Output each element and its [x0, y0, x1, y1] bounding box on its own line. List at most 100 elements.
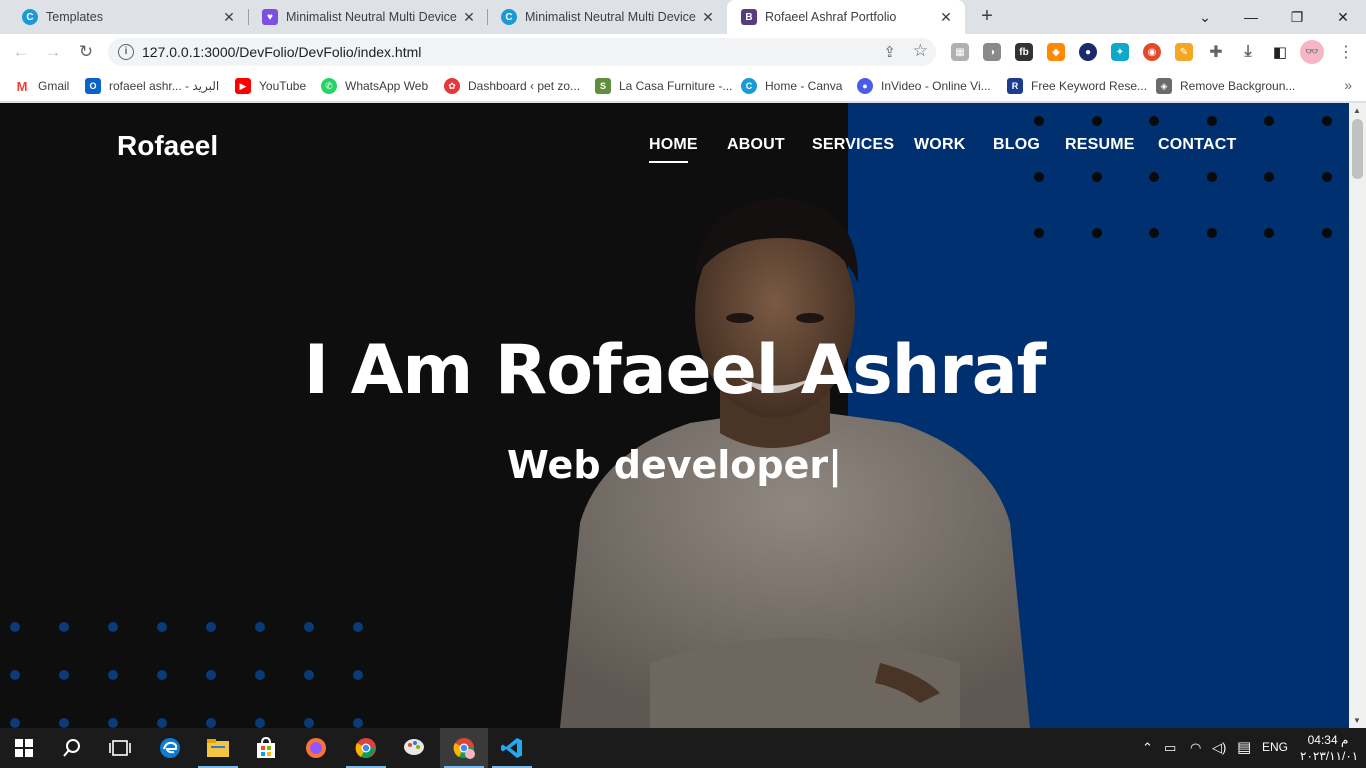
extension-icon[interactable]: ▦: [951, 43, 969, 61]
close-icon[interactable]: ✕: [699, 9, 717, 26]
decorative-dot: [157, 622, 167, 632]
wifi-icon[interactable]: ◠: [1190, 740, 1201, 756]
scrollbar-thumb[interactable]: [1352, 119, 1363, 179]
tab-title: Rofaeel Ashraf Portfolio: [765, 10, 897, 24]
forward-arrow-icon[interactable]: →: [42, 41, 64, 63]
bookmarks-bar: M Gmail O rofaeel ashr... - البريد ▶ You…: [0, 70, 1366, 102]
bookmark-gmail[interactable]: M Gmail: [14, 77, 69, 95]
share-icon[interactable]: ⇪: [883, 43, 896, 61]
decorative-dot: [1091, 228, 1102, 238]
chevron-right-icon[interactable]: »: [1344, 77, 1352, 93]
color-picker-icon[interactable]: ✎: [1175, 43, 1193, 61]
decorative-dot: [353, 718, 363, 728]
tab-templates[interactable]: C Templates ✕: [8, 0, 248, 34]
decorative-dot: [10, 622, 20, 632]
edge-icon[interactable]: [146, 728, 194, 768]
nav-about[interactable]: ABOUT: [727, 136, 785, 154]
canva-icon: C: [501, 9, 517, 25]
clock-time: 04:34 م: [1307, 733, 1349, 747]
task-view-icon[interactable]: [96, 728, 144, 768]
reload-icon[interactable]: ↻: [75, 41, 97, 63]
nav-work[interactable]: WORK: [914, 136, 965, 154]
extension-icon[interactable]: fb: [1015, 43, 1033, 61]
puzzle-icon[interactable]: ✚: [1207, 43, 1225, 61]
chrome-icon[interactable]: [342, 728, 390, 768]
system-clock[interactable]: 04:34 م ٢٠٢٣/١١/٠١: [1300, 732, 1359, 764]
bookmark-keyword[interactable]: R Free Keyword Rese...: [1007, 77, 1147, 95]
clock-date: ٢٠٢٣/١١/٠١: [1300, 749, 1359, 763]
decorative-dot: [1264, 116, 1274, 126]
download-icon[interactable]: ⤓: [1239, 43, 1257, 61]
kebab-menu-icon[interactable]: ⋮: [1338, 42, 1354, 62]
decorative-dot: [1091, 116, 1102, 126]
nav-blog[interactable]: BLOG: [993, 136, 1040, 154]
bookmark-label: Gmail: [38, 79, 70, 93]
page-scrollbar[interactable]: ▲ ▼: [1349, 103, 1366, 728]
restore-button[interactable]: ❐: [1274, 0, 1320, 34]
bookmark-remove-bg[interactable]: ◈ Remove Backgroun...: [1156, 77, 1295, 95]
side-panel-icon[interactable]: ◧: [1271, 43, 1289, 61]
scroll-down-icon[interactable]: ▼: [1353, 716, 1361, 725]
site-info-icon[interactable]: i: [118, 44, 134, 60]
bookmark-canva[interactable]: C Home - Canva: [741, 77, 842, 95]
chrome-profile-icon[interactable]: [440, 728, 488, 768]
back-arrow-icon[interactable]: ←: [10, 41, 32, 63]
close-icon[interactable]: ✕: [460, 9, 478, 26]
address-bar[interactable]: i 127.0.0.1:3000/DevFolio/DevFolio/index…: [108, 38, 936, 66]
language-indicator[interactable]: ENG: [1262, 740, 1288, 754]
decorative-dot: [1321, 172, 1332, 182]
extension-icon[interactable]: ✦: [1111, 43, 1129, 61]
scroll-up-icon[interactable]: ▲: [1353, 106, 1361, 115]
search-icon[interactable]: [48, 728, 96, 768]
windows-start-icon[interactable]: [0, 728, 48, 768]
tab-minimalist-2[interactable]: C Minimalist Neutral Multi Device ✕: [487, 0, 727, 34]
bookmark-star-icon[interactable]: ☆: [913, 41, 928, 61]
extension-icon[interactable]: ◆: [1047, 43, 1065, 61]
profile-avatar[interactable]: 👓: [1300, 40, 1324, 64]
minimize-button[interactable]: —: [1228, 0, 1274, 34]
site-logo[interactable]: Rofaeel: [117, 130, 218, 162]
tab-minimalist-1[interactable]: ♥ Minimalist Neutral Multi Device ✕: [248, 0, 488, 34]
chevron-up-icon[interactable]: ⌃: [1142, 740, 1153, 756]
bookmark-pet-dashboard[interactable]: ✿ Dashboard ‹ pet zo...: [444, 77, 580, 95]
close-icon[interactable]: ✕: [937, 9, 955, 26]
decorative-dot: [1149, 172, 1159, 182]
tab-search-icon[interactable]: ⌄: [1182, 0, 1228, 34]
vscode-icon[interactable]: [488, 728, 536, 768]
extension-icon[interactable]: ●: [1079, 43, 1097, 61]
bookmark-whatsapp[interactable]: ✆ WhatsApp Web: [321, 77, 428, 95]
decorative-dot: [255, 622, 265, 632]
volume-icon[interactable]: ◁): [1212, 740, 1226, 756]
nav-home[interactable]: HOME: [649, 136, 698, 154]
tab-title: Minimalist Neutral Multi Device: [525, 10, 696, 24]
decorative-dot: [353, 670, 363, 680]
extension-icon[interactable]: ◑: [983, 43, 1001, 61]
bookmark-la-casa[interactable]: S La Casa Furniture -...: [595, 77, 732, 95]
new-tab-button[interactable]: +: [976, 6, 998, 28]
paint-app-icon[interactable]: [390, 728, 438, 768]
keyword-icon: R: [1007, 78, 1023, 94]
bookmark-outlook[interactable]: O rofaeel ashr... - البريد: [85, 77, 219, 95]
decorative-dot: [1206, 172, 1217, 182]
pet-icon: ✿: [444, 78, 460, 94]
close-window-button[interactable]: ✕: [1320, 0, 1366, 34]
nav-contact[interactable]: CONTACT: [1158, 136, 1236, 154]
nav-services[interactable]: SERVICES: [812, 136, 894, 154]
hero-title: I Am Rofaeel Ashraf: [303, 331, 1046, 410]
canva-icon: C: [741, 78, 757, 94]
decorative-dot: [206, 670, 216, 680]
store-icon[interactable]: [242, 728, 290, 768]
url-text[interactable]: 127.0.0.1:3000/DevFolio/DevFolio/index.h…: [142, 44, 421, 60]
battery-icon[interactable]: ▭: [1164, 740, 1176, 756]
notification-icon[interactable]: ▤: [1237, 738, 1251, 756]
bookmark-youtube[interactable]: ▶ YouTube: [235, 77, 306, 95]
windows-taskbar: ⌃ ▭ ◠ ◁) ▤ ENG 04:34 م ٢٠٢٣/١١/٠١: [0, 728, 1366, 768]
nav-resume[interactable]: RESUME: [1065, 136, 1135, 154]
firefox-icon[interactable]: [292, 728, 340, 768]
bookmark-invideo[interactable]: ● InVideo - Online Vi...: [857, 77, 991, 95]
tab-portfolio[interactable]: B Rofaeel Ashraf Portfolio ✕: [727, 0, 965, 34]
file-explorer-icon[interactable]: [194, 728, 242, 768]
extension-icon[interactable]: ◉: [1143, 43, 1161, 61]
close-icon[interactable]: ✕: [220, 9, 238, 26]
decorative-dot: [157, 718, 167, 728]
